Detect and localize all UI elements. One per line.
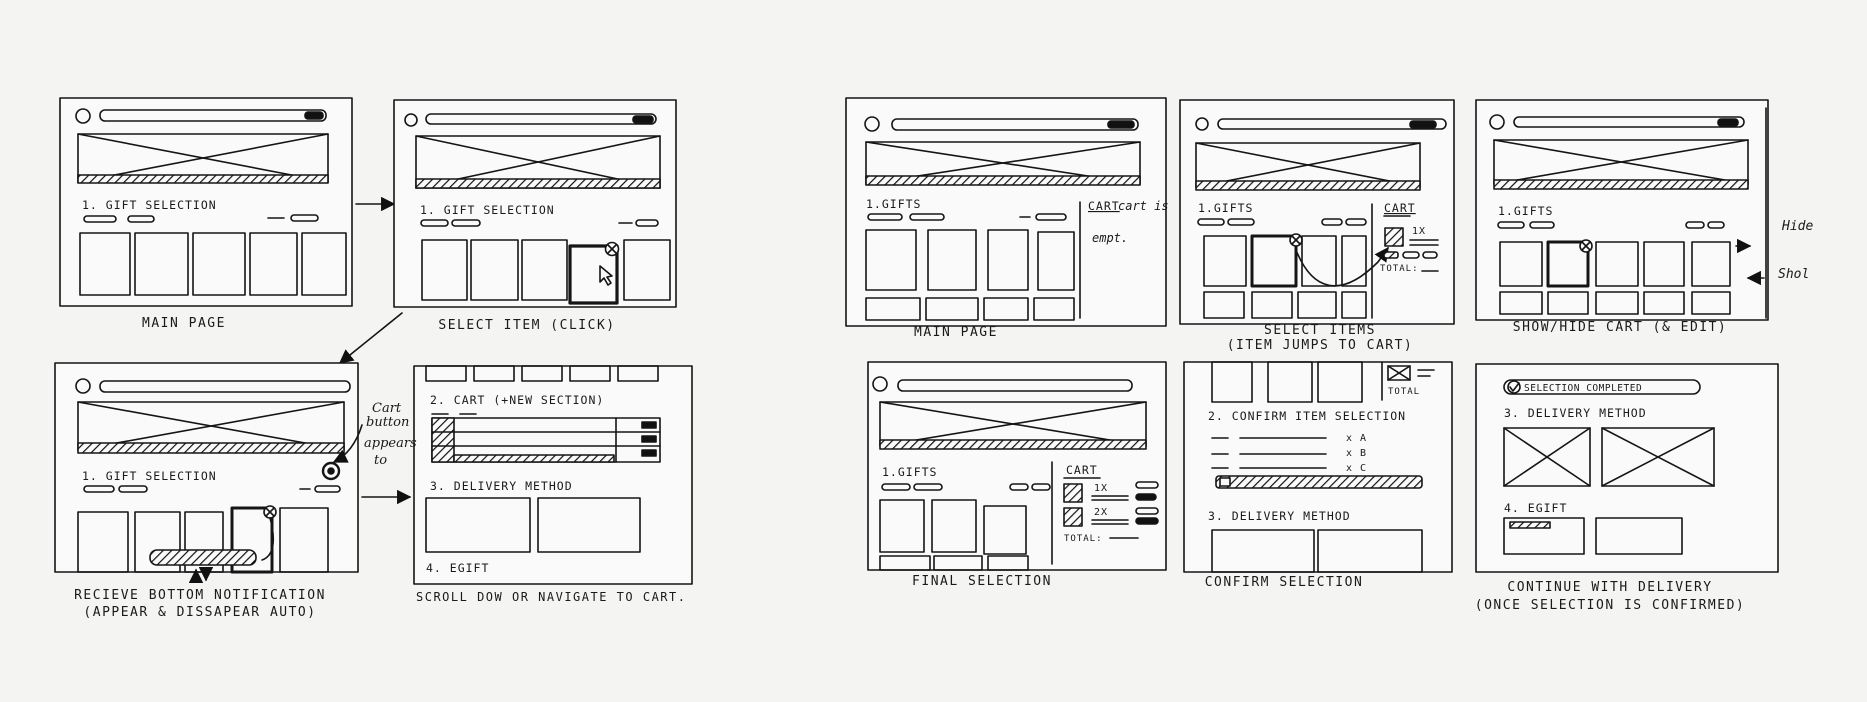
l2-section-label: 1. GIFT SELECTION [420,203,555,217]
r5-confirm-section-label: 2. CONFIRM ITEM SELECTION [1208,409,1406,423]
r1-cart-empty-line1: cart is [1118,199,1169,213]
r3-hide-label: Hide [1781,219,1813,234]
l3-note-line3: appears [364,436,417,451]
r4-qty1: 1X [1094,483,1108,494]
l4-caption: SCROLL DOW OR NAVIGATE TO CART. [416,590,687,604]
r3-section-label: 1.GIFTS [1498,204,1553,218]
l4-delivery-section-label: 3. DELIVERY METHOD [430,479,573,493]
right-frame-continue-delivery [1475,363,1779,573]
r5-caption: CONFIRM SELECTION [1204,575,1364,590]
r3-show-label: Shol [1778,267,1809,282]
l1-section-label: 1. GIFT SELECTION [82,198,217,212]
l3-caption-line1: RECIEVE BOTTOM NOTIFICATION [74,588,326,603]
r2-caption-line1: SELECT ITEMS [1264,323,1376,338]
r6-completed-label: SELECTION COMPLETED [1524,383,1642,394]
r5-item-c: x C [1346,463,1367,474]
l3-note-line2: button [366,415,410,430]
r1-cart-empty-line2: empt. [1092,231,1128,245]
r6-egift-section-label: 4. EGIFT [1504,501,1567,515]
r4-caption: FINAL SELECTION [912,574,1052,589]
l3-caption-line2: (APPEAR & DISSAPEAR AUTO) [83,605,317,620]
r5-total-label: TOTAL [1388,387,1420,397]
r2-qty: 1X [1412,226,1426,237]
r5-item-a: x A [1346,433,1367,444]
l2-caption: SELECT ITEM (CLICK) [438,318,616,333]
r2-total-label: TOTAL: [1380,264,1419,274]
l4-egift-section-label: 4. EGIFT [426,561,489,575]
r1-cart-title: CART [1088,199,1120,213]
l4-cart-section-label: 2. CART (+NEW SECTION) [430,393,604,407]
r6-delivery-section-label: 3. DELIVERY METHOD [1504,406,1647,420]
l1-caption: MAIN PAGE [142,316,226,331]
r6-caption-line1: CONTINUE WITH DELIVERY [1507,580,1713,595]
r4-qty2: 2X [1094,507,1108,518]
r5-item-b: x B [1346,448,1367,459]
r5-delivery-section-label: 3. DELIVERY METHOD [1208,509,1351,523]
sketch-canvas: 1. GIFT SELECTION 1. GIFT SELECTION 1. G… [0,0,1867,702]
r2-cart-title: CART [1384,201,1416,215]
r4-cart-title: CART [1066,463,1098,477]
l3-section-label: 1. GIFT SELECTION [82,469,217,483]
r1-section-label: 1.GIFTS [866,197,921,211]
r2-section-label: 1.GIFTS [1198,201,1253,215]
l3-note-line4: to [374,453,388,468]
r3-caption: SHOW/HIDE CART (& EDIT) [1512,320,1728,335]
r2-caption-line2: (ITEM JUMPS TO CART) [1226,338,1414,353]
r6-caption-line2: (ONCE SELECTION IS CONFIRMED) [1474,598,1746,613]
l3-note-line1: Cart [372,401,402,416]
r4-total-label: TOTAL: [1064,534,1103,544]
r4-section-label: 1.GIFTS [882,465,937,479]
r1-caption: MAIN PAGE [914,325,998,340]
